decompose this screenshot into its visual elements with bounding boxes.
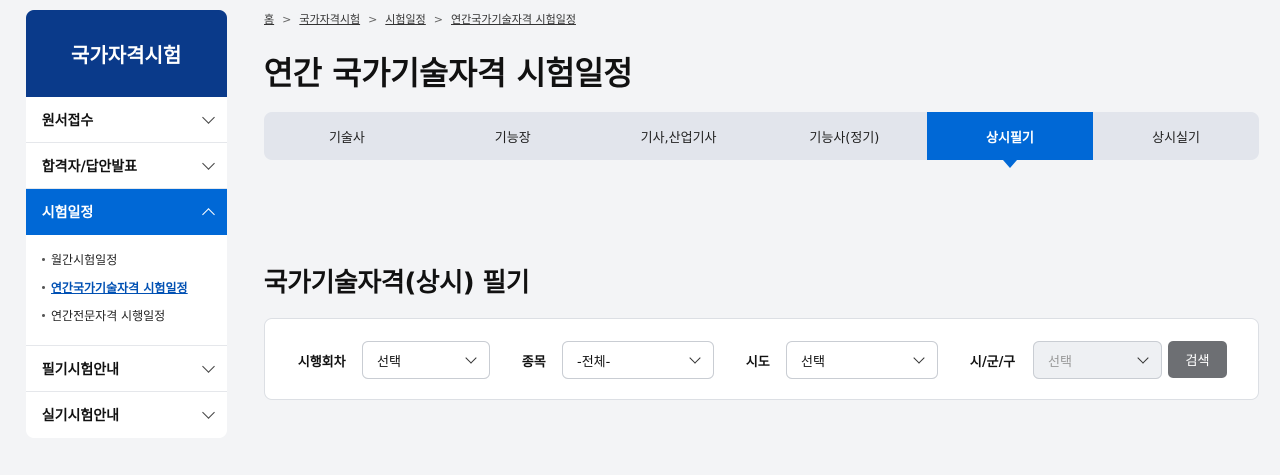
chevron-right-icon: > [282, 12, 292, 26]
tab-anytime-written[interactable]: 상시필기 [927, 112, 1094, 168]
chevron-up-icon [202, 208, 215, 221]
tab-bar: 기술사 기능장 기사,산업기사 기능사(정기) 상시필기 상시실기 [264, 112, 1259, 168]
breadcrumb-national-exam[interactable]: 국가자격시험 [299, 11, 360, 27]
tab-engineer-industrial[interactable]: 기사,산업기사 [596, 112, 762, 160]
sido-select-value: 선택 [801, 354, 825, 370]
chevron-down-icon [689, 352, 701, 364]
round-label: 시행회차 [298, 355, 346, 370]
sidebar-item-label: 시험일정 [42, 205, 94, 221]
item-label: 종목 [522, 355, 546, 370]
round-select[interactable]: 선택 [362, 341, 490, 379]
sidebar-item-schedule[interactable]: 시험일정 [26, 189, 227, 235]
breadcrumb: 홈 > 국가자격시험 > 시험일정 > 연간국가기술자격 시험일정 [264, 11, 576, 27]
chevron-down-icon [202, 359, 215, 373]
bullet-icon [42, 257, 45, 261]
sido-select[interactable]: 선택 [786, 341, 938, 379]
bullet-icon [42, 285, 45, 289]
subnav-item-annual-technical[interactable]: 연간국가기술자격 시험일정 [42, 273, 227, 301]
sigungu-select-value: 선택 [1048, 354, 1072, 370]
tab-professional-engineer[interactable]: 기술사 [264, 112, 430, 160]
breadcrumb-schedule[interactable]: 시험일정 [385, 11, 425, 27]
sidebar-item-written-guide[interactable]: 필기시험안내 [26, 346, 227, 392]
sidebar-item-practical-guide[interactable]: 실기시험안내 [26, 392, 227, 438]
item-select-value: -전체- [577, 354, 611, 370]
filter-panel: 시행회차 선택 종목 -전체- 시도 선택 시/군/구 선택 검색 [264, 318, 1259, 400]
bullet-icon [42, 313, 45, 317]
sidebar-item-application[interactable]: 원서접수 [26, 97, 227, 143]
tab-master-craftsman[interactable]: 기능장 [430, 112, 596, 160]
sidebar-item-label: 필기시험안내 [42, 361, 120, 378]
chevron-down-icon [202, 110, 215, 124]
sido-label: 시도 [746, 355, 770, 370]
tab-craftsman-regular[interactable]: 기능사(정기) [761, 112, 927, 160]
sigungu-label: 시/군/구 [970, 355, 1016, 370]
chevron-down-icon [913, 352, 925, 364]
sigungu-select[interactable]: 선택 [1033, 341, 1162, 379]
sidebar-subnav: 월간시험일정 연간국가기술자격 시험일정 연간전문자격 시행일정 [26, 235, 227, 346]
chevron-right-icon: > [433, 12, 443, 26]
tab-anytime-practical[interactable]: 상시실기 [1093, 112, 1259, 160]
search-button[interactable]: 검색 [1168, 341, 1227, 378]
sidebar-item-label: 원서접수 [42, 112, 94, 129]
chevron-down-icon [465, 352, 477, 364]
chevron-right-icon: > [368, 12, 378, 26]
subnav-item-annual-professional[interactable]: 연간전문자격 시행일정 [42, 301, 227, 329]
subnav-item-label: 연간전문자격 시행일정 [51, 308, 166, 323]
chevron-down-icon [1137, 352, 1149, 364]
breadcrumb-current[interactable]: 연간국가기술자격 시험일정 [451, 11, 576, 27]
sidebar-title: 국가자격시험 [26, 10, 227, 97]
subnav-item-label: 연간국가기술자격 시험일정 [51, 280, 188, 295]
breadcrumb-home[interactable]: 홈 [264, 11, 274, 27]
sidebar-item-label: 실기시험안내 [42, 408, 120, 424]
chevron-down-icon [202, 406, 215, 419]
round-select-value: 선택 [377, 354, 401, 370]
sidebar-item-results[interactable]: 합격자/답안발표 [26, 143, 227, 189]
page-title: 연간 국가기술자격 시험일정 [264, 54, 633, 92]
sidebar-item-label: 합격자/답안발표 [42, 158, 138, 175]
subnav-item-label: 월간시험일정 [51, 252, 118, 267]
chevron-down-icon [202, 156, 215, 170]
sidebar: 국가자격시험 원서접수 합격자/답안발표 시험일정 월간시험일정 연간국가기술자… [26, 10, 227, 438]
section-title: 국가기술자격(상시) 필기 [264, 268, 530, 298]
subnav-item-monthly[interactable]: 월간시험일정 [42, 245, 227, 273]
item-select[interactable]: -전체- [562, 341, 714, 379]
